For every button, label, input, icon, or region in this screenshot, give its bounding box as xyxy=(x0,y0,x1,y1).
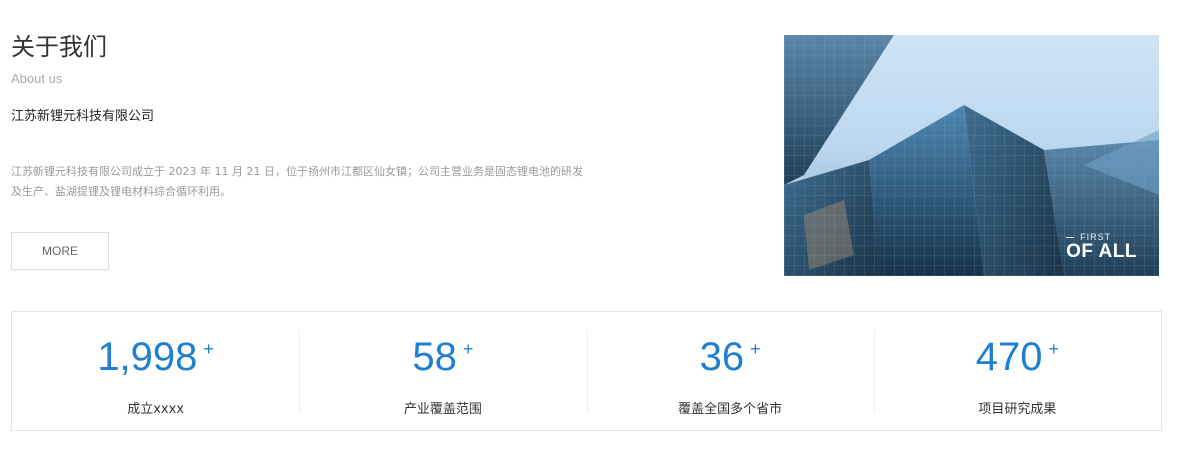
section-title: 关于我们 xyxy=(11,33,107,61)
hero-caption-first: FIRST xyxy=(1066,232,1137,242)
stat-label: 成立xxxx xyxy=(127,402,185,417)
stat-label: 覆盖全国多个省市 xyxy=(678,402,783,417)
stat-label: 项目研究成果 xyxy=(978,402,1057,417)
section-subtitle: About us xyxy=(11,71,63,86)
hero-caption: FIRST OF ALL xyxy=(1066,232,1137,262)
stat-item: 36 + 覆盖全国多个省市 xyxy=(586,312,874,430)
stat-plus: + xyxy=(1048,339,1059,359)
company-description: 江苏新锂元科技有限公司成立于 2023 年 11 月 21 日，位于扬州市江都区… xyxy=(11,165,583,198)
stat-label: 产业覆盖范围 xyxy=(403,402,482,417)
stat-value: 36 xyxy=(699,335,745,379)
company-name: 江苏新锂元科技有限公司 xyxy=(11,109,155,124)
stat-plus: + xyxy=(750,339,761,359)
hero-caption-ofall: OF ALL xyxy=(1066,241,1137,262)
stat-plus: + xyxy=(462,339,474,359)
stat-plus: + xyxy=(203,339,214,359)
stat-value: 1,998 xyxy=(97,335,198,379)
more-button[interactable]: MORE xyxy=(11,232,109,270)
stat-value: 58 xyxy=(412,335,457,379)
stat-value: 470 xyxy=(975,335,1043,379)
stat-item: 58 + 产业覆盖范围 xyxy=(299,312,586,430)
stat-item: 470 + 项目研究成果 xyxy=(873,312,1161,430)
skyscrapers-image: FIRST OF ALL xyxy=(784,35,1159,276)
stat-item: 1,998 + 成立xxxx xyxy=(12,312,299,430)
stats-panel: 1,998 + 成立xxxx 58 + 产业覆盖范围 36 + 覆盖全国多个省市… xyxy=(11,311,1162,431)
about-section: 关于我们 About us 江苏新锂元科技有限公司 江苏新锂元科技有限公司成立于… xyxy=(11,30,611,202)
